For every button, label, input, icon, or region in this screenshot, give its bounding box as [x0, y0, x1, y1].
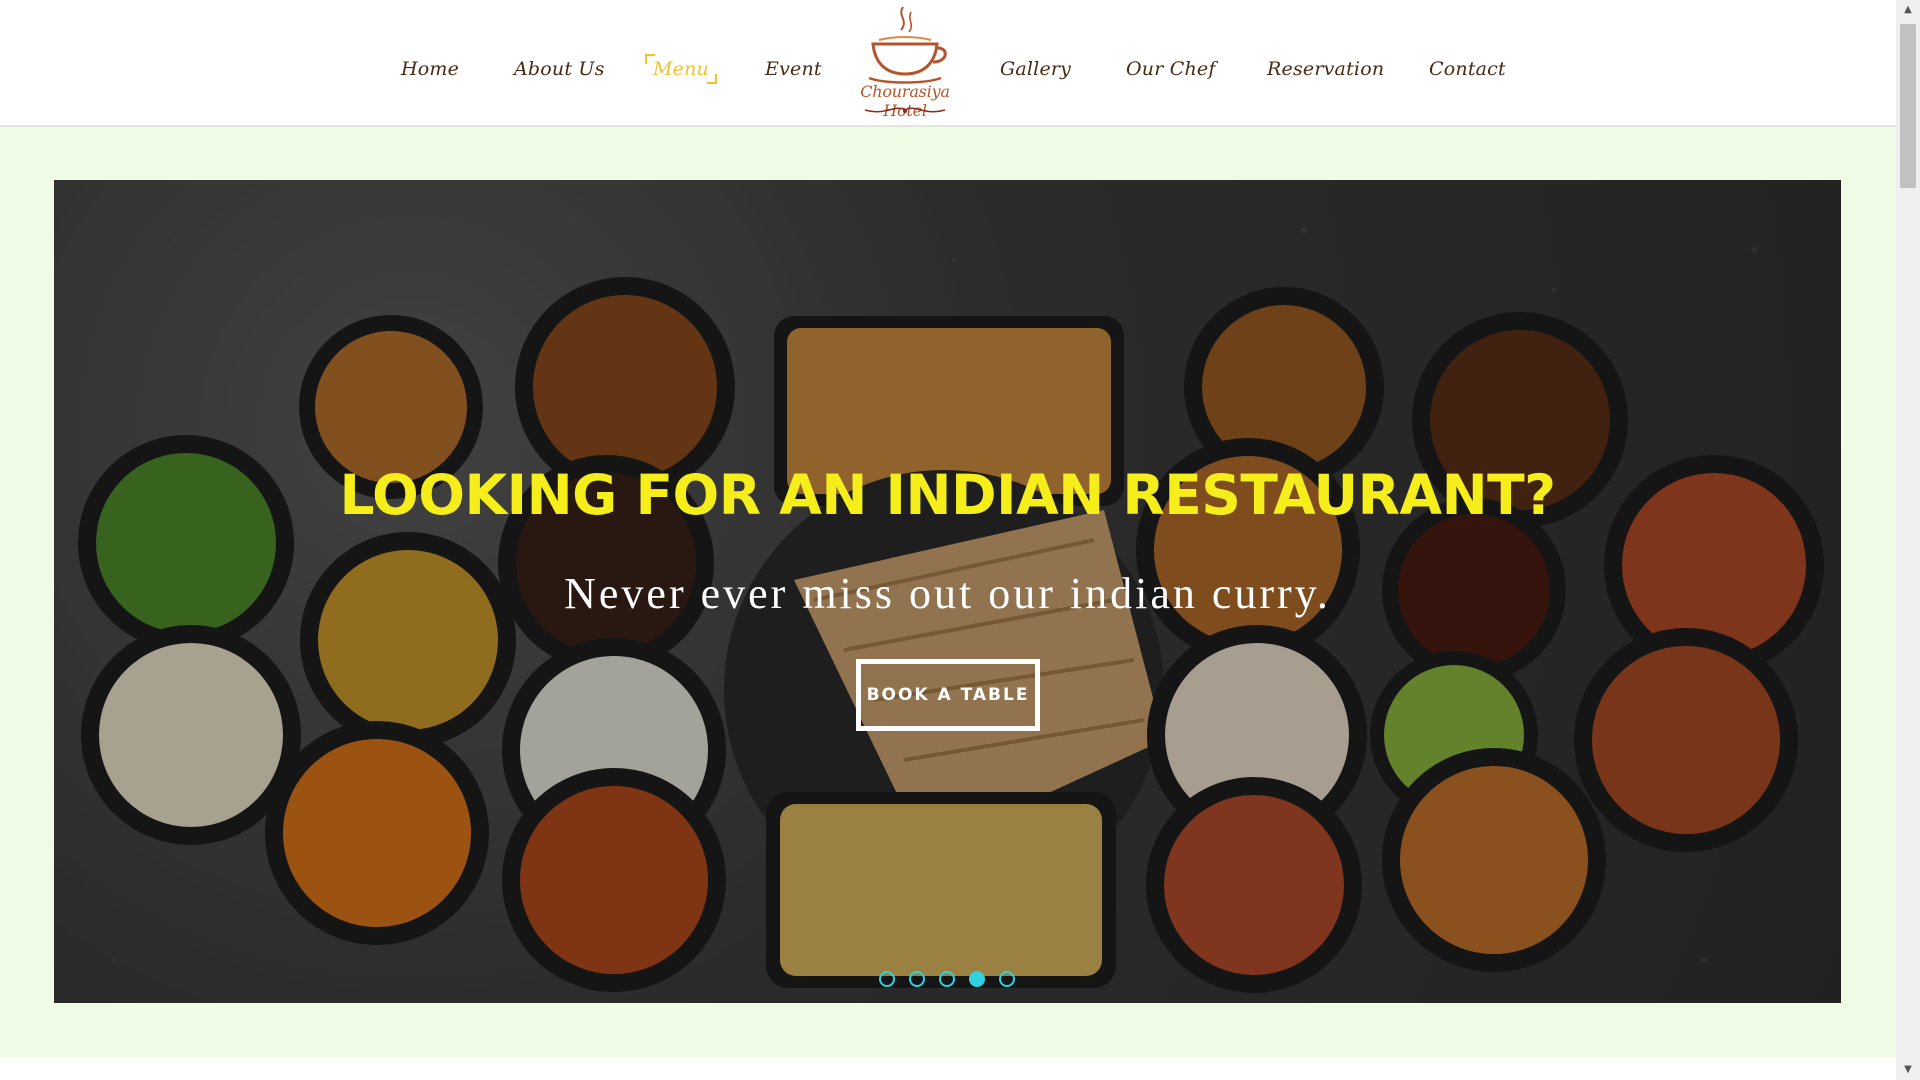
book-a-table-button[interactable]: BOOK A TABLE — [856, 659, 1040, 731]
slide-dot-3[interactable] — [939, 971, 955, 987]
page-scrollbar[interactable]: ▲ ▼ — [1896, 0, 1920, 1080]
scroll-down-icon[interactable]: ▼ — [1896, 1060, 1920, 1080]
site-header: Home About Us Menu Event Chourasiya Hote… — [0, 0, 1896, 127]
slide-dot-5[interactable] — [999, 971, 1015, 987]
teacup-icon — [868, 6, 947, 84]
scrollbar-thumb[interactable] — [1900, 24, 1916, 188]
active-bracket-bottom — [706, 74, 717, 84]
nav-home[interactable]: Home — [401, 58, 459, 80]
nav-reservation[interactable]: Reservation — [1267, 58, 1384, 80]
nav-menu[interactable]: Menu — [645, 54, 717, 84]
page-bottom-strip — [0, 1057, 1896, 1080]
slide-dot-2[interactable] — [909, 971, 925, 987]
slide-dot-1[interactable] — [879, 971, 895, 987]
scroll-up-icon[interactable]: ▲ — [1896, 0, 1920, 20]
slide-dot-4[interactable] — [969, 971, 985, 987]
hero-slider: LOOKING FOR AN INDIAN RESTAURANT? Never … — [54, 180, 1841, 1003]
nav-gallery[interactable]: Gallery — [1000, 58, 1071, 80]
nav-event[interactable]: Event — [765, 58, 822, 80]
nav-menu-label: Menu — [653, 58, 709, 80]
active-bracket-top — [645, 54, 655, 64]
hero-subtitle: Never ever miss out our indian curry. — [564, 569, 1331, 618]
nav-about-us[interactable]: About Us — [514, 58, 605, 80]
logo-flourish-icon — [864, 107, 946, 113]
hero-title: LOOKING FOR AN INDIAN RESTAURANT? — [339, 463, 1556, 527]
nav-our-chef[interactable]: Our Chef — [1126, 58, 1216, 80]
site-logo[interactable]: Chourasiya Hotel — [845, 2, 965, 122]
nav-contact[interactable]: Contact — [1429, 58, 1506, 80]
